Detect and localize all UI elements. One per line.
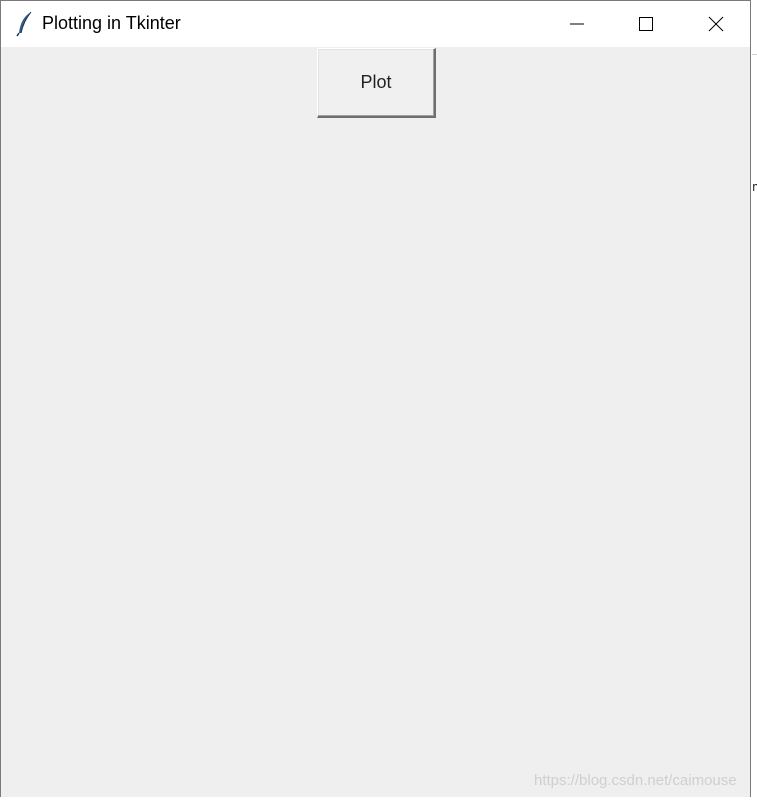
window-title: Plotting in Tkinter	[42, 13, 181, 33]
maximize-button[interactable]	[623, 1, 669, 47]
plot-button[interactable]: Plot	[317, 48, 436, 118]
minimize-button[interactable]	[554, 1, 600, 47]
close-icon	[708, 16, 724, 32]
background-text: n	[752, 180, 757, 194]
app-window: Plotting in Tkinter Plot	[0, 0, 751, 797]
maximize-icon	[638, 16, 654, 32]
watermark: https://blog.csdn.net/caimouse	[534, 772, 737, 789]
background-window: n	[752, 0, 757, 801]
client-area: Plot	[1, 47, 750, 797]
minimize-icon	[569, 16, 585, 32]
close-button[interactable]	[693, 1, 739, 47]
feather-icon	[15, 11, 35, 37]
background-divider	[752, 54, 757, 55]
titlebar[interactable]: Plotting in Tkinter	[1, 1, 750, 47]
